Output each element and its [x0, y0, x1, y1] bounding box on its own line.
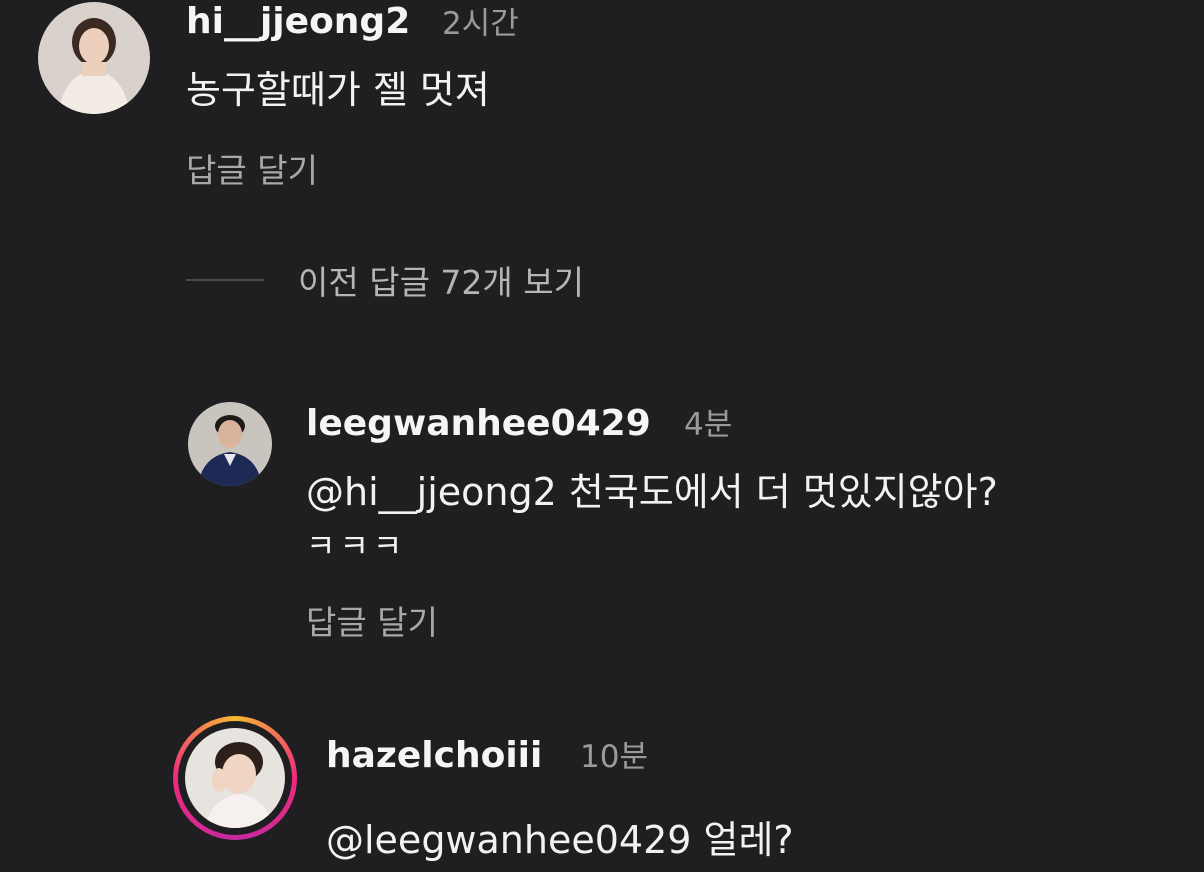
reply-text: @leegwanhee0429 얼레? [326, 818, 794, 862]
avatar-leegwanhee0429[interactable] [188, 402, 272, 486]
reply-text-line2: ㅋㅋㅋ [306, 527, 407, 565]
avatar-hi-jjeong2[interactable] [38, 2, 150, 114]
view-previous-replies-button[interactable]: 이전 답글 72개 보기 [186, 258, 584, 302]
comment-text: 농구할때가 젤 멋져 [186, 68, 490, 112]
comment-timestamp: 2시간 [442, 6, 519, 42]
view-previous-replies-label: 이전 답글 72개 보기 [298, 263, 584, 302]
profile-photo-icon [188, 402, 272, 486]
comments-screen: hi__jjeong2 2시간 농구할때가 젤 멋져 답글 달기 이전 답글 7… [0, 0, 1204, 872]
reply-button[interactable]: 답글 달기 [306, 602, 438, 644]
reply-username[interactable]: leegwanhee0429 [306, 402, 651, 446]
profile-photo-icon [38, 2, 150, 114]
divider-line [186, 279, 264, 281]
profile-photo-icon [185, 728, 285, 828]
story-ring[interactable] [173, 716, 297, 840]
comment-username[interactable]: hi__jjeong2 [186, 0, 410, 44]
reply-username[interactable]: hazelchoiii [326, 734, 542, 778]
reply-text-line1: @hi__jjeong2 천국도에서 더 멋있지않아? [306, 470, 998, 514]
reply-timestamp: 4분 [684, 407, 733, 443]
reply-button[interactable]: 답글 달기 [186, 150, 318, 192]
reply-timestamp: 10분 [580, 739, 648, 775]
avatar-hazelchoiii [185, 728, 285, 828]
